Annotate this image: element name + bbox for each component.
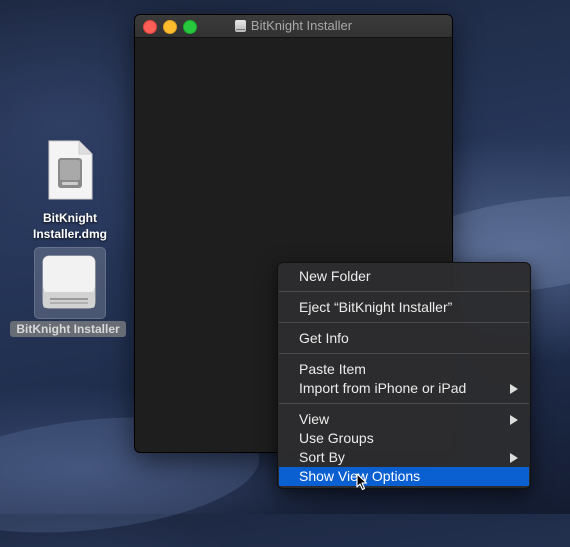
menu-separator [279, 353, 529, 354]
window-title-area: BitKnight Installer [135, 18, 452, 33]
menu-separator [279, 291, 529, 292]
dmg-label-line2: Installer.dmg [32, 227, 108, 241]
menu-item-new-folder[interactable]: New Folder [278, 267, 530, 286]
dmg-file-icon[interactable] [47, 140, 93, 200]
menu-item-label: Paste Item [299, 361, 366, 377]
submenu-arrow-icon [510, 453, 518, 463]
dmg-label-line1: BitKnight [43, 211, 97, 225]
submenu-arrow-icon [510, 415, 518, 425]
menu-item-sort-by[interactable]: Sort By [278, 448, 530, 467]
menu-item-view[interactable]: View [278, 410, 530, 429]
disk-icon [234, 20, 246, 32]
cursor-icon [356, 473, 368, 491]
menu-item-import-iphone[interactable]: Import from iPhone or iPad [278, 379, 530, 398]
menu-item-get-info[interactable]: Get Info [278, 329, 530, 348]
menu-item-label: View [299, 411, 330, 427]
menu-item-paste-item[interactable]: Paste Item [278, 360, 530, 379]
disk-label[interactable]: BitKnight Installer [10, 321, 126, 337]
menu-item-show-view-options[interactable]: Show View Options [279, 467, 529, 486]
dmg-file-label[interactable]: BitKnight Installer.dmg [20, 210, 120, 242]
menu-item-label: Use Groups [299, 430, 374, 446]
menu-item-label: New Folder [299, 268, 371, 284]
submenu-arrow-icon [510, 384, 518, 394]
menu-separator [279, 403, 529, 404]
menu-item-label: Eject “BitKnight Installer” [299, 299, 453, 315]
menu-item-label: Sort By [299, 449, 345, 465]
menu-item-use-groups[interactable]: Use Groups [278, 429, 530, 448]
menu-item-label: Get Info [299, 330, 349, 346]
menu-item-label: Import from iPhone or iPad [299, 380, 467, 396]
menu-item-eject[interactable]: Eject “BitKnight Installer” [278, 298, 530, 317]
mounted-disk-icon[interactable] [40, 252, 98, 312]
window-titlebar[interactable]: BitKnight Installer [135, 15, 452, 38]
context-menu: New Folder Eject “BitKnight Installer” G… [277, 262, 531, 489]
menu-separator [279, 322, 529, 323]
window-title: BitKnight Installer [250, 18, 353, 33]
